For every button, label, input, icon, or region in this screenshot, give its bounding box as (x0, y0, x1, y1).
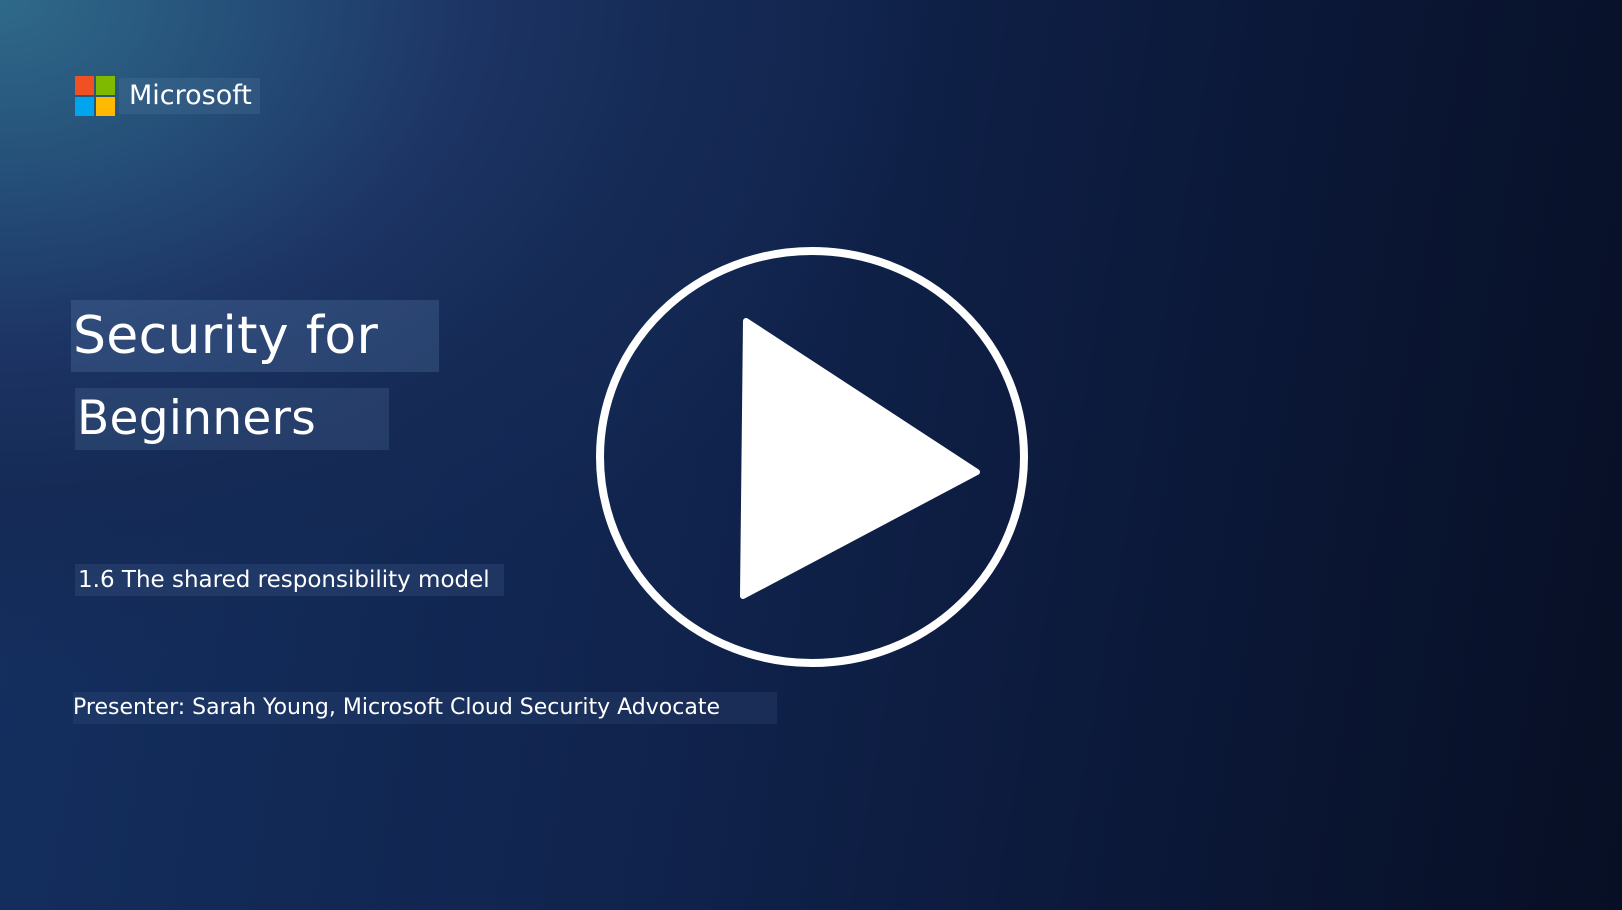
logo-square-blue (75, 97, 94, 116)
video-title-line-2: Beginners (75, 388, 389, 450)
logo-square-green (96, 76, 115, 95)
brand-name: Microsoft (119, 78, 260, 114)
video-title-line-1: Security for (71, 300, 439, 372)
play-button[interactable] (595, 246, 1029, 668)
logo-square-yellow (96, 97, 115, 116)
microsoft-logo-icon (75, 76, 115, 116)
microsoft-brand: Microsoft (75, 76, 260, 116)
presenter-credit: Presenter: Sarah Young, Microsoft Cloud … (73, 692, 777, 724)
lesson-title: 1.6 The shared responsibility model (75, 564, 504, 596)
logo-square-red (75, 76, 94, 95)
video-thumbnail[interactable]: Microsoft Security for Beginners 1.6 The… (0, 0, 1622, 910)
play-triangle (740, 318, 980, 599)
play-icon (596, 247, 1028, 667)
